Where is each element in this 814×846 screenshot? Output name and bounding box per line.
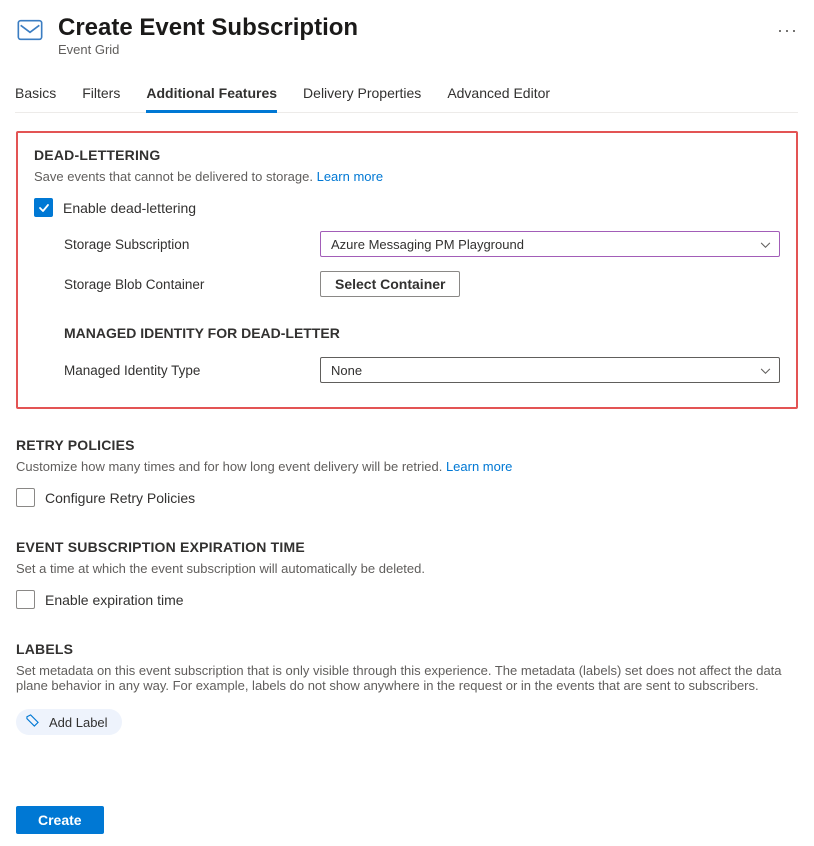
label-icon	[26, 714, 39, 730]
select-container-button[interactable]: Select Container	[320, 271, 460, 297]
tab-delivery-properties[interactable]: Delivery Properties	[303, 77, 421, 113]
labels-section: LABELS Set metadata on this event subscr…	[16, 641, 798, 735]
enable-expiration-label: Enable expiration time	[45, 592, 184, 608]
managed-identity-row: Managed Identity Type None	[34, 357, 780, 383]
configure-retry-label: Configure Retry Policies	[45, 490, 195, 506]
page-title: Create Event Subscription	[58, 14, 743, 42]
footer-bar: Create	[16, 806, 798, 834]
dead-lettering-title: DEAD-LETTERING	[34, 147, 780, 163]
tab-bar: Basics Filters Additional Features Deliv…	[15, 77, 798, 113]
retry-title: RETRY POLICIES	[16, 437, 798, 453]
storage-blob-row: Storage Blob Container Select Container	[34, 271, 780, 297]
chevron-down-icon	[760, 363, 771, 378]
tab-basics[interactable]: Basics	[15, 77, 56, 113]
event-grid-icon	[16, 16, 44, 44]
more-menu[interactable]: ···	[777, 20, 798, 41]
enable-expiration-checkbox[interactable]	[16, 590, 35, 609]
managed-identity-title: MANAGED IDENTITY FOR DEAD-LETTER	[34, 325, 780, 341]
configure-retry-checkbox[interactable]	[16, 488, 35, 507]
storage-subscription-row: Storage Subscription Azure Messaging PM …	[34, 231, 780, 257]
retry-desc: Customize how many times and for how lon…	[16, 459, 798, 474]
chevron-down-icon	[760, 237, 771, 252]
dead-lettering-section: DEAD-LETTERING Save events that cannot b…	[16, 131, 798, 409]
labels-desc: Set metadata on this event subscription …	[16, 663, 798, 693]
enable-expiration-row: Enable expiration time	[16, 590, 798, 609]
expiration-section: EVENT SUBSCRIPTION EXPIRATION TIME Set a…	[16, 539, 798, 609]
tab-advanced-editor[interactable]: Advanced Editor	[447, 77, 550, 113]
content-area: DEAD-LETTERING Save events that cannot b…	[16, 113, 798, 735]
page-subtitle: Event Grid	[58, 42, 743, 57]
create-button[interactable]: Create	[16, 806, 104, 834]
dead-lettering-desc: Save events that cannot be delivered to …	[34, 169, 780, 184]
tab-additional-features[interactable]: Additional Features	[146, 77, 277, 113]
configure-retry-row: Configure Retry Policies	[16, 488, 798, 507]
retry-learn-more[interactable]: Learn more	[446, 459, 512, 474]
labels-title: LABELS	[16, 641, 798, 657]
storage-blob-label: Storage Blob Container	[64, 277, 320, 292]
storage-subscription-label: Storage Subscription	[64, 237, 320, 252]
tab-filters[interactable]: Filters	[82, 77, 120, 113]
storage-subscription-select[interactable]: Azure Messaging PM Playground	[320, 231, 780, 257]
dead-lettering-learn-more[interactable]: Learn more	[317, 169, 383, 184]
managed-identity-select[interactable]: None	[320, 357, 780, 383]
enable-dead-lettering-row: Enable dead-lettering	[34, 198, 780, 217]
expiration-title: EVENT SUBSCRIPTION EXPIRATION TIME	[16, 539, 798, 555]
managed-identity-label: Managed Identity Type	[64, 363, 320, 378]
add-label-button[interactable]: Add Label	[16, 709, 122, 735]
page-header: Create Event Subscription Event Grid ···	[16, 14, 798, 57]
enable-dead-lettering-label: Enable dead-lettering	[63, 200, 196, 216]
retry-policies-section: RETRY POLICIES Customize how many times …	[16, 437, 798, 507]
expiration-desc: Set a time at which the event subscripti…	[16, 561, 798, 576]
enable-dead-lettering-checkbox[interactable]	[34, 198, 53, 217]
